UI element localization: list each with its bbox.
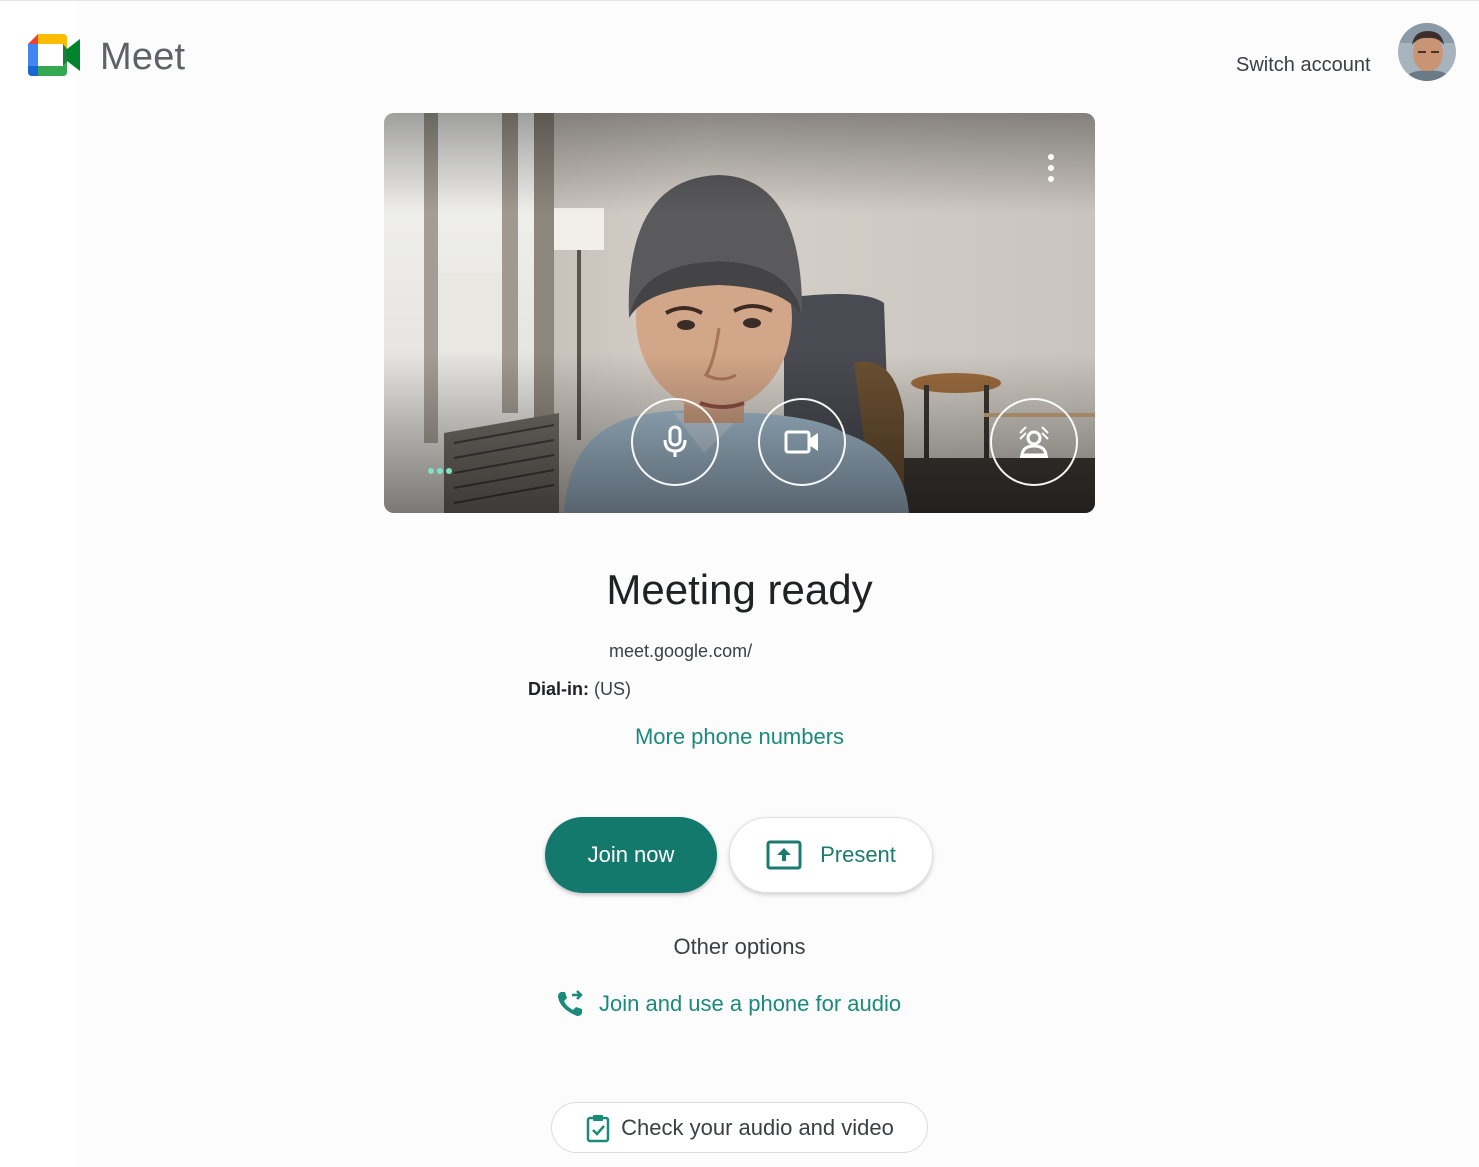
join-phone-audio-link[interactable]: Join and use a phone for audio — [555, 988, 901, 1020]
dial-in-label: Dial-in: — [528, 679, 589, 699]
switch-account-link[interactable]: Switch account — [1236, 54, 1371, 77]
other-options-heading: Other options — [673, 934, 806, 959]
account-avatar[interactable] — [1398, 23, 1456, 81]
video-camera-icon — [784, 430, 818, 454]
meet-logo-icon — [28, 34, 80, 76]
present-to-all-icon — [766, 840, 802, 870]
present-label: Present — [820, 842, 896, 867]
mic-icon — [663, 425, 687, 457]
more-phone-numbers-label[interactable]: More phone numbers — [635, 724, 844, 749]
dial-in-value: (US) — [594, 679, 632, 699]
phone-forwarded-icon — [558, 990, 583, 1016]
visual-effects-button[interactable] — [990, 398, 1078, 486]
join-phone-audio-label: Join and use a phone for audio — [599, 991, 902, 1016]
brand-name: Meet — [100, 36, 186, 78]
check-audio-video-button[interactable]: Check your audio and video — [551, 1102, 928, 1153]
meeting-link[interactable]: meet.google.com/ — [609, 641, 752, 662]
more-options-button[interactable] — [1034, 148, 1068, 188]
camera-feed-image — [384, 113, 1095, 513]
present-button[interactable]: Present — [729, 817, 933, 893]
check-audio-video-label: Check your audio and video — [621, 1114, 894, 1140]
meeting-ready-title: Meeting ready — [606, 566, 873, 613]
clipboard-check-icon — [586, 1114, 610, 1142]
audio-level-indicator — [428, 468, 452, 474]
meet-lobby-page: Meet Switch account Meeting ready meet.g… — [0, 0, 1479, 1167]
join-now-button[interactable]: Join now — [545, 817, 717, 893]
camera-toggle-button[interactable] — [758, 398, 846, 486]
video-preview — [384, 113, 1095, 513]
dial-in-info: Dial-in: (US) — [528, 679, 631, 700]
background-effects-icon — [1019, 426, 1049, 458]
more-phone-numbers-link[interactable]: More phone numbers — [0, 724, 1479, 750]
more-vert-icon — [1048, 154, 1054, 160]
mic-toggle-button[interactable] — [631, 398, 719, 486]
